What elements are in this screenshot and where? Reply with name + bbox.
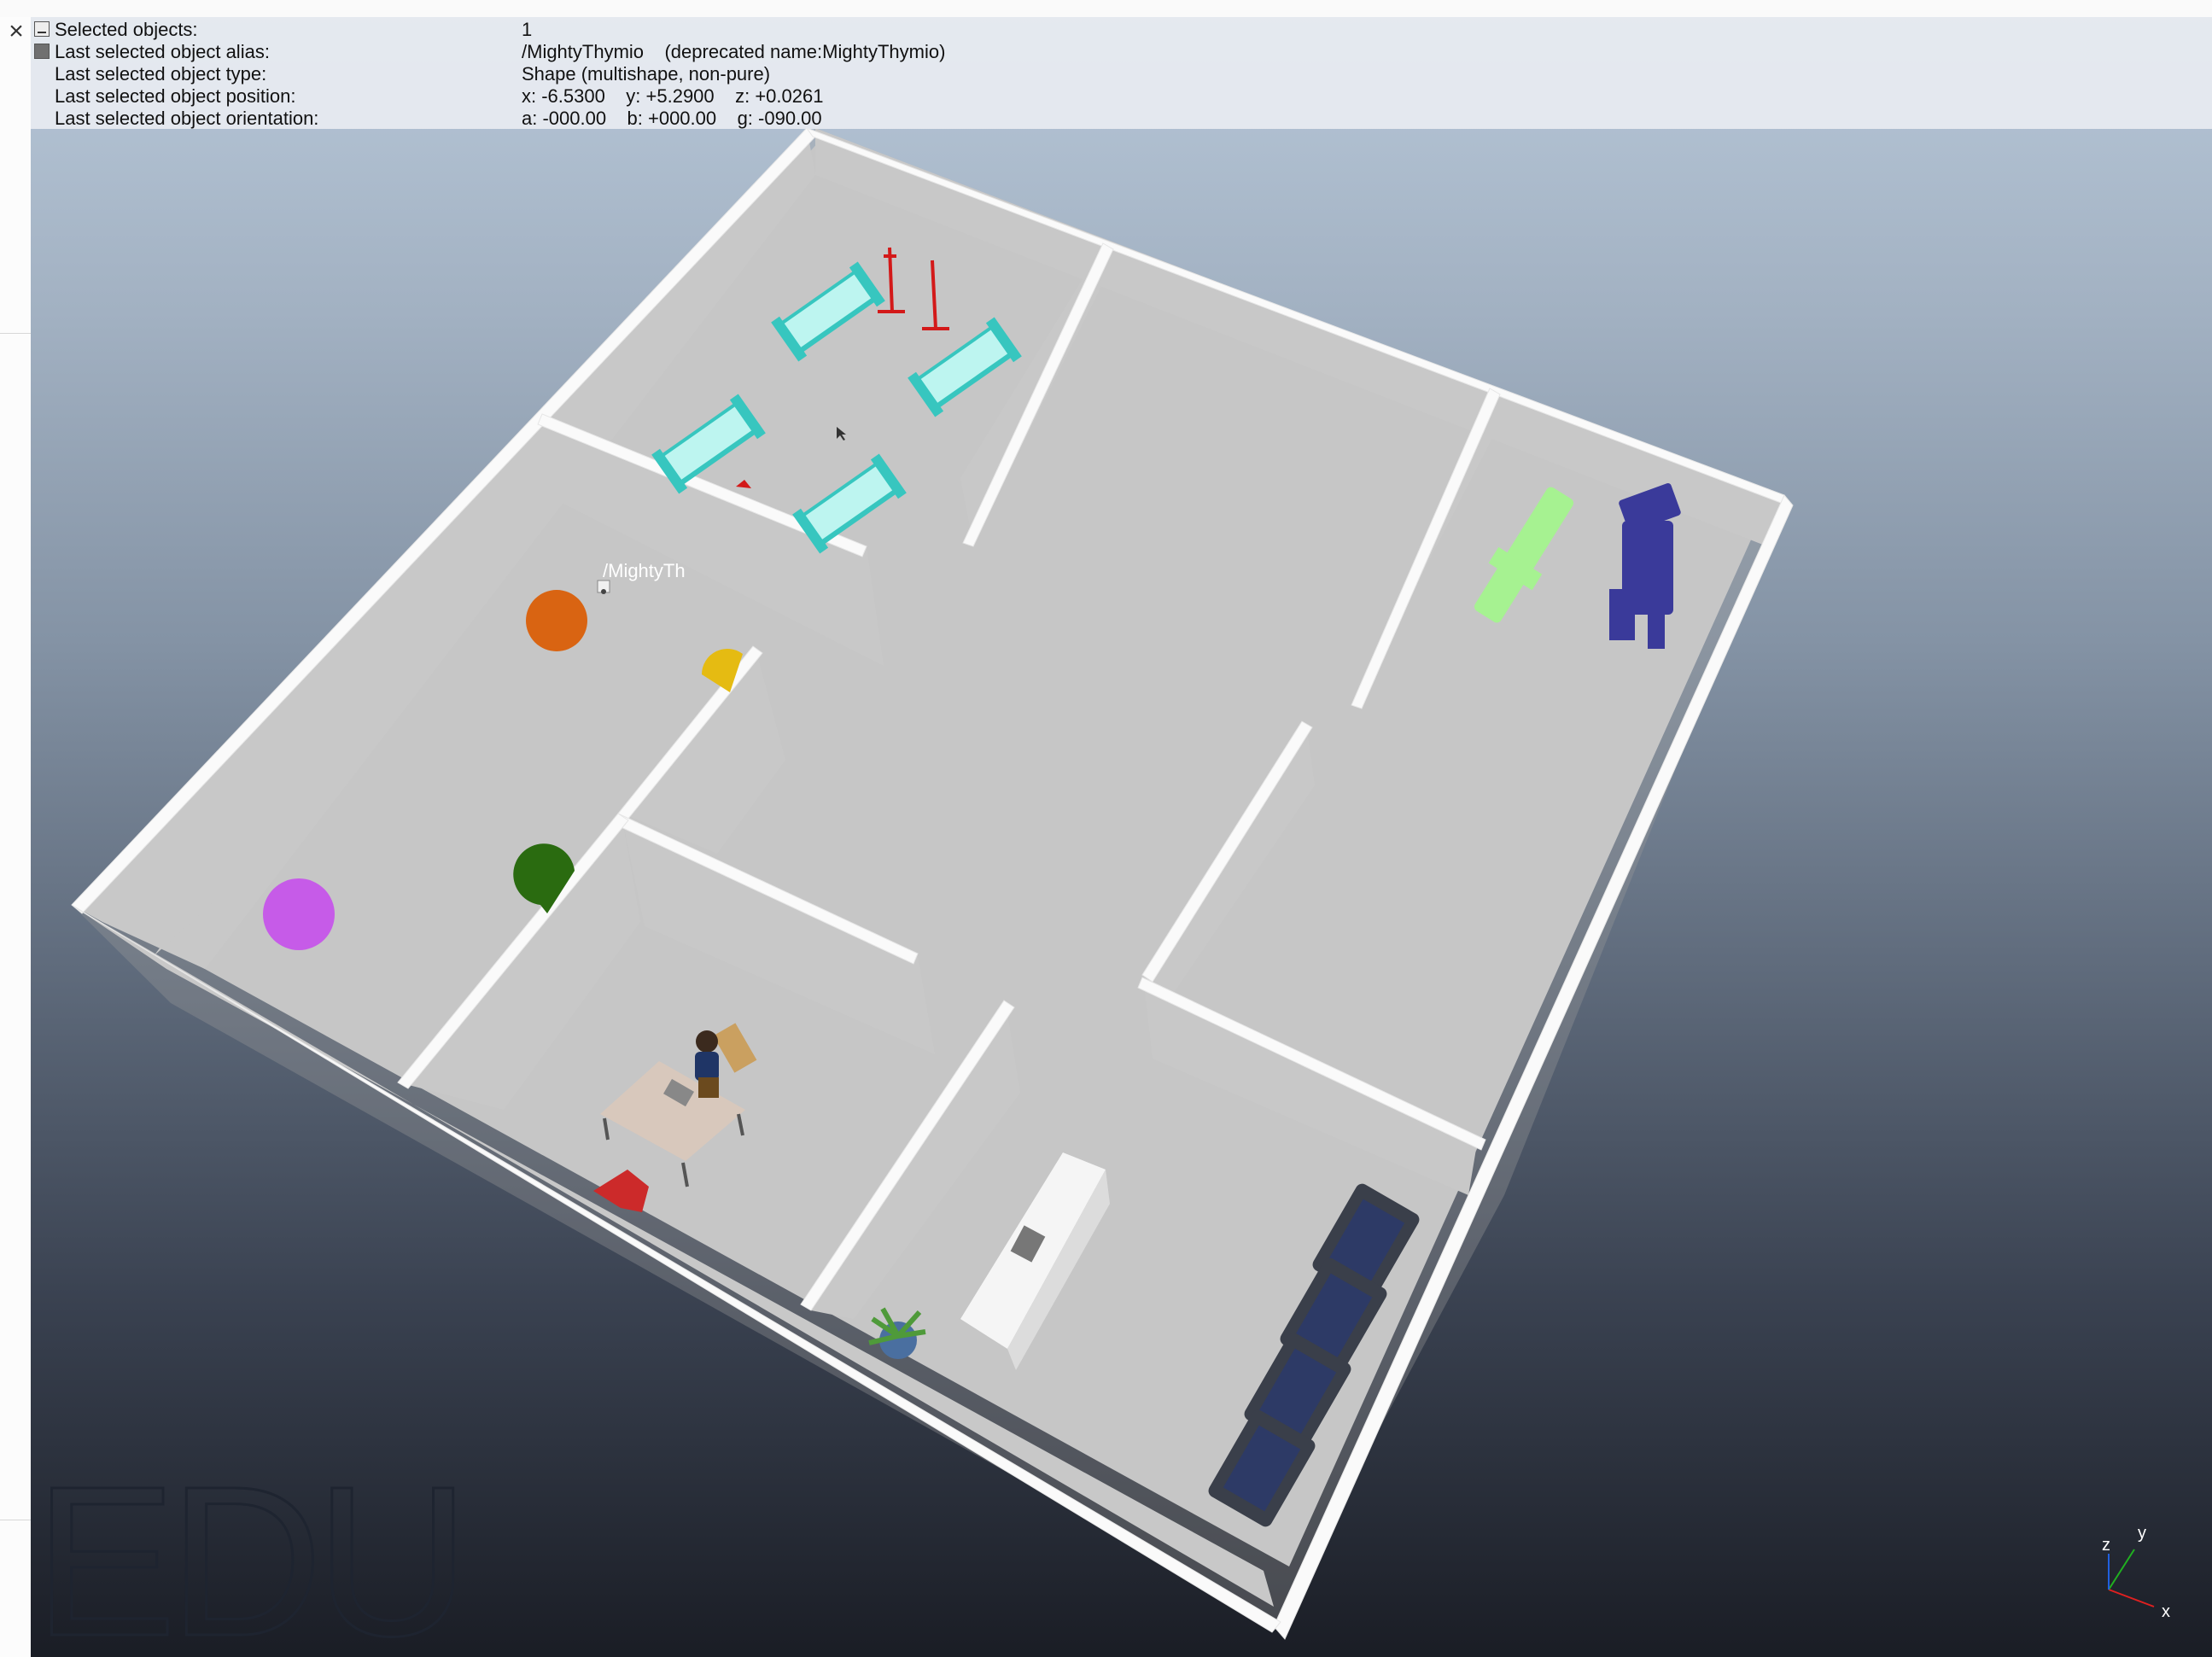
- 3d-viewport[interactable]: /MightyTh: [31, 17, 2212, 1657]
- info-value: Shape (multishape, non-pure): [522, 63, 771, 85]
- ball-orange[interactable]: [526, 590, 587, 651]
- info-value: 1: [522, 19, 533, 40]
- axis-z-label: z: [2102, 1536, 2110, 1555]
- info-label: Last selected object position:: [55, 85, 296, 107]
- info-value: /MightyThymio (deprecated name:MightyThy…: [522, 41, 946, 62]
- sidebar-divider: [0, 333, 31, 334]
- ball-purple[interactable]: [263, 878, 335, 950]
- info-value: a: -000.00 b: +000.00 g: -090.00: [522, 108, 822, 129]
- axis-y-label: y: [2138, 1524, 2146, 1543]
- info-label: Selected objects:: [55, 19, 198, 40]
- info-label: Last selected object type:: [55, 63, 267, 85]
- info-row-position: Last selected object position: x: -6.530…: [31, 85, 2212, 108]
- info-label: Last selected object orientation:: [55, 108, 319, 129]
- info-label: Last selected object alias:: [55, 41, 270, 62]
- info-row-alias: Last selected object alias: /MightyThymi…: [31, 41, 2212, 63]
- axis-gizmo: x y z: [2102, 1524, 2170, 1621]
- info-row-orientation: Last selected object orientation: a: -00…: [31, 108, 2212, 130]
- close-icon[interactable]: ×: [3, 19, 29, 44]
- minimize-icon[interactable]: [34, 21, 50, 37]
- edu-watermark-text: EDU: [34, 1451, 470, 1648]
- axis-x-label: x: [2162, 1602, 2170, 1621]
- axis-y-line: [2108, 1549, 2135, 1590]
- left-sidebar-strip: [0, 17, 31, 1657]
- mighty-thymio-robot[interactable]: [597, 580, 610, 594]
- info-row-selected-objects: Selected objects: 1: [31, 19, 2212, 41]
- expand-icon[interactable]: [34, 44, 50, 59]
- window-title-bar: [0, 0, 2212, 18]
- object-info-panel: Selected objects: 1 Last selected object…: [31, 17, 2212, 129]
- floor[interactable]: [120, 141, 1767, 1567]
- scene-svg[interactable]: /MightyTh: [31, 17, 2212, 1657]
- edu-watermark: EDU: [34, 1451, 471, 1648]
- robot-label: /MightyTh: [603, 560, 686, 581]
- info-value: x: -6.5300 y: +5.2900 z: +0.0261: [522, 85, 824, 107]
- axis-x-line: [2108, 1589, 2155, 1607]
- info-row-type: Last selected object type: Shape (multis…: [31, 63, 2212, 85]
